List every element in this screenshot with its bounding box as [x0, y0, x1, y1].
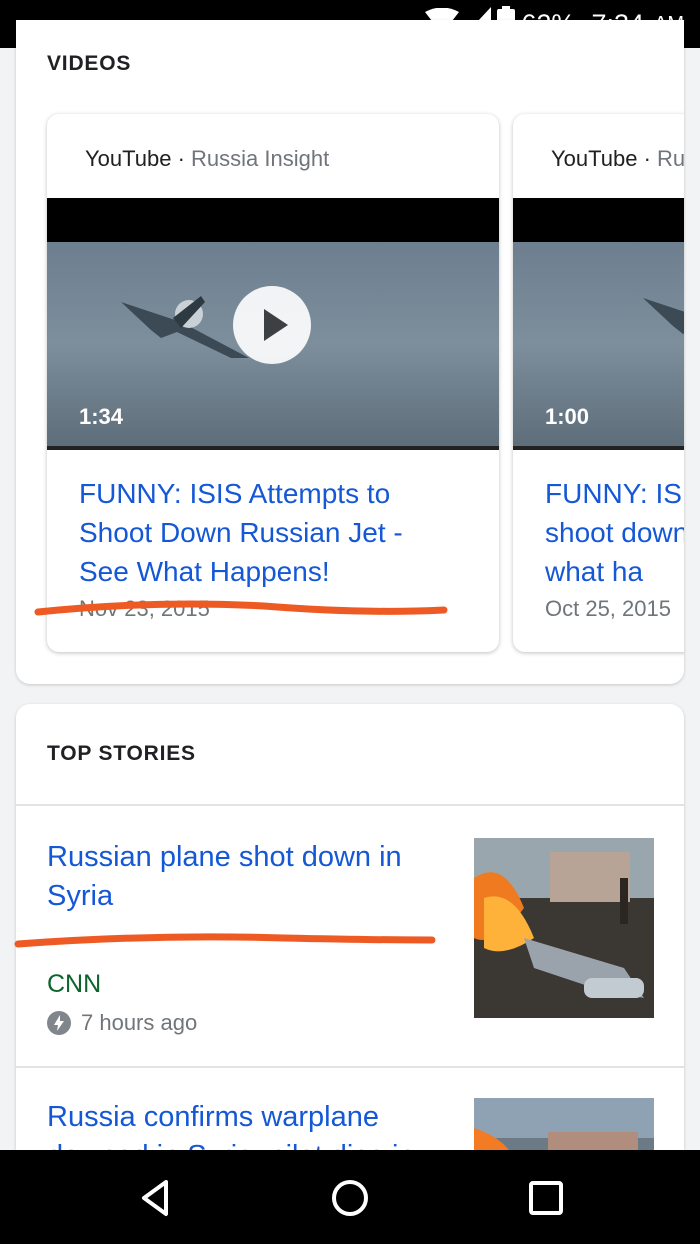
video-duration: 1:00 — [545, 404, 590, 429]
video-date: Nov 23, 2015 — [79, 596, 210, 621]
video-channel: Rus — [657, 146, 684, 171]
video-card[interactable]: YouTube · Russia Insight 1:34 FUNNY: ISI… — [47, 114, 499, 652]
video-title-link[interactable]: FUNNY: ISIS shoot down see what ha — [545, 474, 684, 591]
navigation-bar — [0, 1150, 700, 1244]
home-icon[interactable] — [330, 1178, 370, 1218]
recents-icon[interactable] — [526, 1178, 566, 1218]
videos-section: VIDEOS YouTube · Russia Insight 1:34 FUN… — [16, 20, 684, 684]
story-source: CNN — [47, 970, 102, 998]
divider — [16, 804, 684, 806]
video-date: Oct 25, 2015 — [545, 596, 671, 621]
story-title-link[interactable]: Russian plane shot down in Syria — [47, 838, 447, 916]
jet-image — [643, 298, 684, 334]
video-duration: 1:34 — [79, 404, 124, 429]
video-title-link[interactable]: FUNNY: ISIS Attempts to Shoot Down Russi… — [79, 474, 459, 591]
divider — [16, 1066, 684, 1068]
play-button-icon[interactable] — [233, 286, 311, 364]
jet-image — [121, 296, 249, 358]
wreckage-image — [474, 838, 654, 1018]
videos-section-title: VIDEOS — [47, 52, 132, 75]
video-channel: Russia Insight — [191, 146, 330, 171]
amp-bolt-icon — [47, 1011, 71, 1035]
top-stories-section-title: TOP STORIES — [47, 742, 196, 765]
story-thumbnail[interactable] — [474, 838, 654, 1018]
back-icon[interactable] — [136, 1178, 176, 1218]
video-thumbnail[interactable]: 1:00 — [513, 198, 684, 450]
video-source: YouTube · Rus — [551, 146, 684, 172]
video-source: YouTube · Russia Insight — [85, 146, 330, 171]
video-thumbnail[interactable]: 1:34 — [47, 198, 499, 450]
story-time: 7 hours ago — [47, 1010, 197, 1036]
video-card[interactable]: YouTube · Rus 1:00 FUNNY: ISIS shoot dow… — [513, 114, 684, 652]
